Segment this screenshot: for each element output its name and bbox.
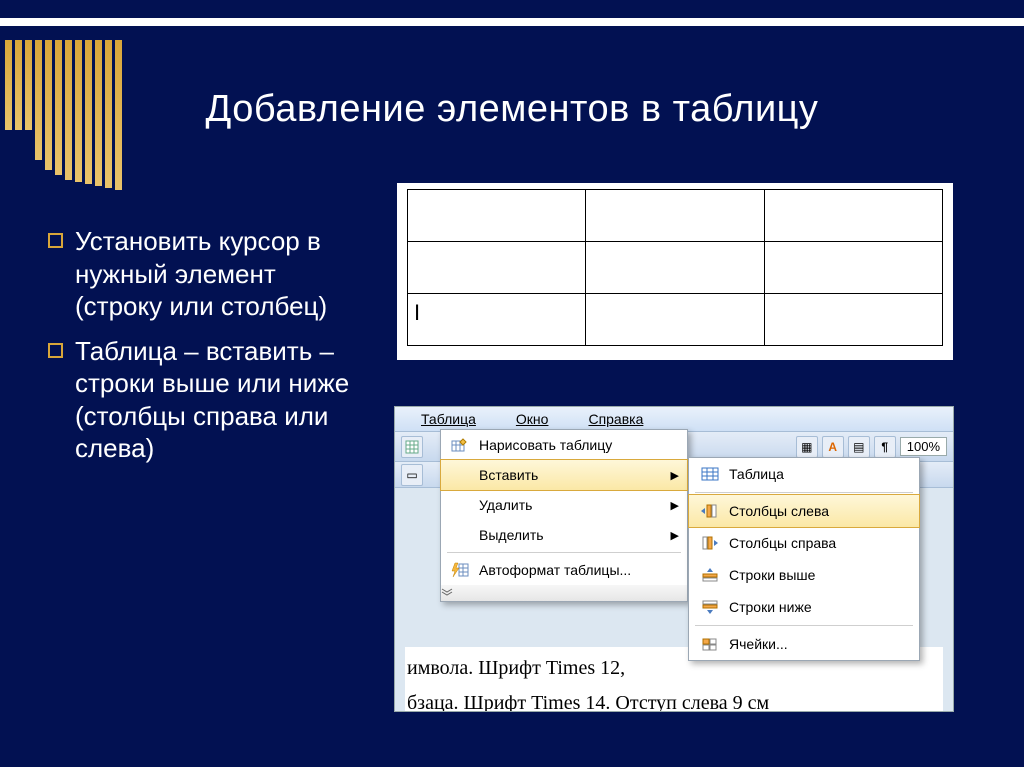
submenu-item-rows-above[interactable]: Строки выше bbox=[689, 559, 919, 591]
top-border bbox=[0, 18, 1024, 26]
submenu-item-columns-left[interactable]: Столбцы слева bbox=[688, 494, 920, 528]
submenu-item-columns-right[interactable]: Столбцы справа bbox=[689, 527, 919, 559]
bullet-item: Установить курсор в нужный элемент (стро… bbox=[48, 225, 368, 323]
bullet-marker bbox=[48, 343, 63, 358]
columns-left-icon bbox=[695, 501, 725, 521]
bullet-item: Таблица – вставить – строки выше или ниж… bbox=[48, 335, 368, 465]
blank-icon bbox=[447, 525, 473, 545]
menu-item-draw-table[interactable]: Нарисовать таблицу bbox=[441, 430, 687, 460]
submenu-item-label: Строки выше bbox=[729, 567, 815, 583]
chevron-down-icon bbox=[441, 588, 453, 596]
menu-item-label: Выделить bbox=[479, 527, 544, 543]
menu-separator bbox=[695, 492, 913, 493]
submenu-item-table[interactable]: Таблица bbox=[689, 458, 919, 490]
rows-below-icon bbox=[695, 597, 725, 617]
toolbar-icon[interactable]: ▦ bbox=[796, 436, 818, 458]
menu-separator bbox=[447, 552, 681, 553]
lightning-icon bbox=[447, 560, 473, 580]
toolbar-icon[interactable]: ▭ bbox=[401, 464, 423, 486]
blank-icon bbox=[447, 465, 473, 485]
columns-right-icon bbox=[695, 533, 725, 553]
toolbar-icon[interactable]: A bbox=[822, 436, 844, 458]
menu-item-select[interactable]: Выделить ▶ bbox=[441, 520, 687, 550]
sample-table-illustration: I bbox=[397, 183, 953, 360]
blank-icon bbox=[447, 495, 473, 515]
submenu-item-label: Столбцы справа bbox=[729, 535, 836, 551]
menu-item-autoformat[interactable]: Автоформат таблицы... bbox=[441, 555, 687, 585]
menu-item-delete[interactable]: Удалить ▶ bbox=[441, 490, 687, 520]
rows-above-icon bbox=[695, 565, 725, 585]
table-icon bbox=[695, 464, 725, 484]
submenu-item-label: Строки ниже bbox=[729, 599, 812, 615]
menu-window[interactable]: Окно bbox=[496, 409, 569, 429]
submenu-arrow-icon: ▶ bbox=[671, 529, 679, 542]
submenu-item-label: Ячейки... bbox=[729, 636, 788, 652]
pencil-table-icon bbox=[447, 435, 473, 455]
pilcrow-icon[interactable]: ¶ bbox=[874, 436, 896, 458]
menu-item-label: Удалить bbox=[479, 497, 532, 513]
cursor-cell: I bbox=[408, 294, 586, 346]
toolbar-icon[interactable] bbox=[401, 436, 423, 458]
submenu-item-cells[interactable]: Ячейки... bbox=[689, 628, 919, 660]
menu-expand[interactable] bbox=[441, 585, 687, 601]
sample-table: I bbox=[407, 189, 943, 346]
menu-item-insert[interactable]: Вставить ▶ bbox=[440, 459, 688, 491]
bullet-text: Таблица – вставить – строки выше или ниж… bbox=[75, 335, 368, 465]
cells-icon bbox=[695, 634, 725, 654]
slide-title: Добавление элементов в таблицу bbox=[0, 88, 1024, 131]
menu-item-label: Вставить bbox=[479, 467, 538, 483]
submenu-arrow-icon: ▶ bbox=[671, 499, 679, 512]
toolbar-icon[interactable]: ▤ bbox=[848, 436, 870, 458]
menu-help[interactable]: Справка bbox=[568, 409, 663, 429]
menu-item-label: Автоформат таблицы... bbox=[479, 562, 631, 578]
submenu-arrow-icon: ▶ bbox=[671, 469, 679, 482]
doc-text-line: бзаца. Шрифт Times 14. Отступ слева 9 см bbox=[405, 686, 943, 712]
zoom-display[interactable]: 100% bbox=[900, 437, 947, 456]
bullet-text: Установить курсор в нужный элемент (стро… bbox=[75, 225, 368, 323]
bullet-marker bbox=[48, 233, 63, 248]
submenu-item-label: Столбцы слева bbox=[729, 503, 829, 519]
word-menu-screenshot: Таблица Окно Справка ▦ A ▤ ¶ 100% ▭ имво… bbox=[394, 406, 954, 712]
menu-separator bbox=[695, 625, 913, 626]
submenu-item-label: Таблица bbox=[729, 466, 784, 482]
menu-table[interactable]: Таблица bbox=[401, 409, 496, 429]
insert-submenu: Таблица Столбцы слева Столбцы справа Стр… bbox=[688, 457, 920, 661]
submenu-item-rows-below[interactable]: Строки ниже bbox=[689, 591, 919, 623]
menu-item-label: Нарисовать таблицу bbox=[479, 437, 612, 453]
table-dropdown: Нарисовать таблицу Вставить ▶ Удалить ▶ … bbox=[440, 429, 688, 602]
bullet-list: Установить курсор в нужный элемент (стро… bbox=[48, 225, 368, 477]
